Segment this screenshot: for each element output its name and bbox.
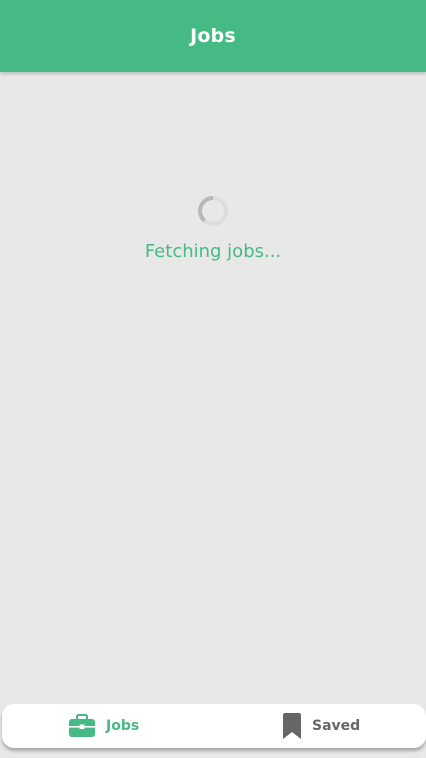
briefcase-icon	[69, 714, 95, 737]
nav-label-jobs: Jobs	[106, 718, 140, 734]
nav-item-saved[interactable]: Saved	[282, 704, 360, 748]
app-bar: Jobs	[0, 0, 426, 72]
bottom-nav: Jobs Saved	[2, 704, 426, 748]
loading-message: Fetching jobs...	[144, 241, 282, 262]
loading-indicator: Fetching jobs...	[0, 195, 426, 262]
spinner-icon	[198, 196, 228, 226]
bookmark-icon	[283, 713, 301, 739]
nav-label-saved: Saved	[312, 718, 361, 734]
page-title: Jobs	[190, 25, 236, 47]
nav-item-jobs[interactable]: Jobs	[68, 704, 139, 748]
